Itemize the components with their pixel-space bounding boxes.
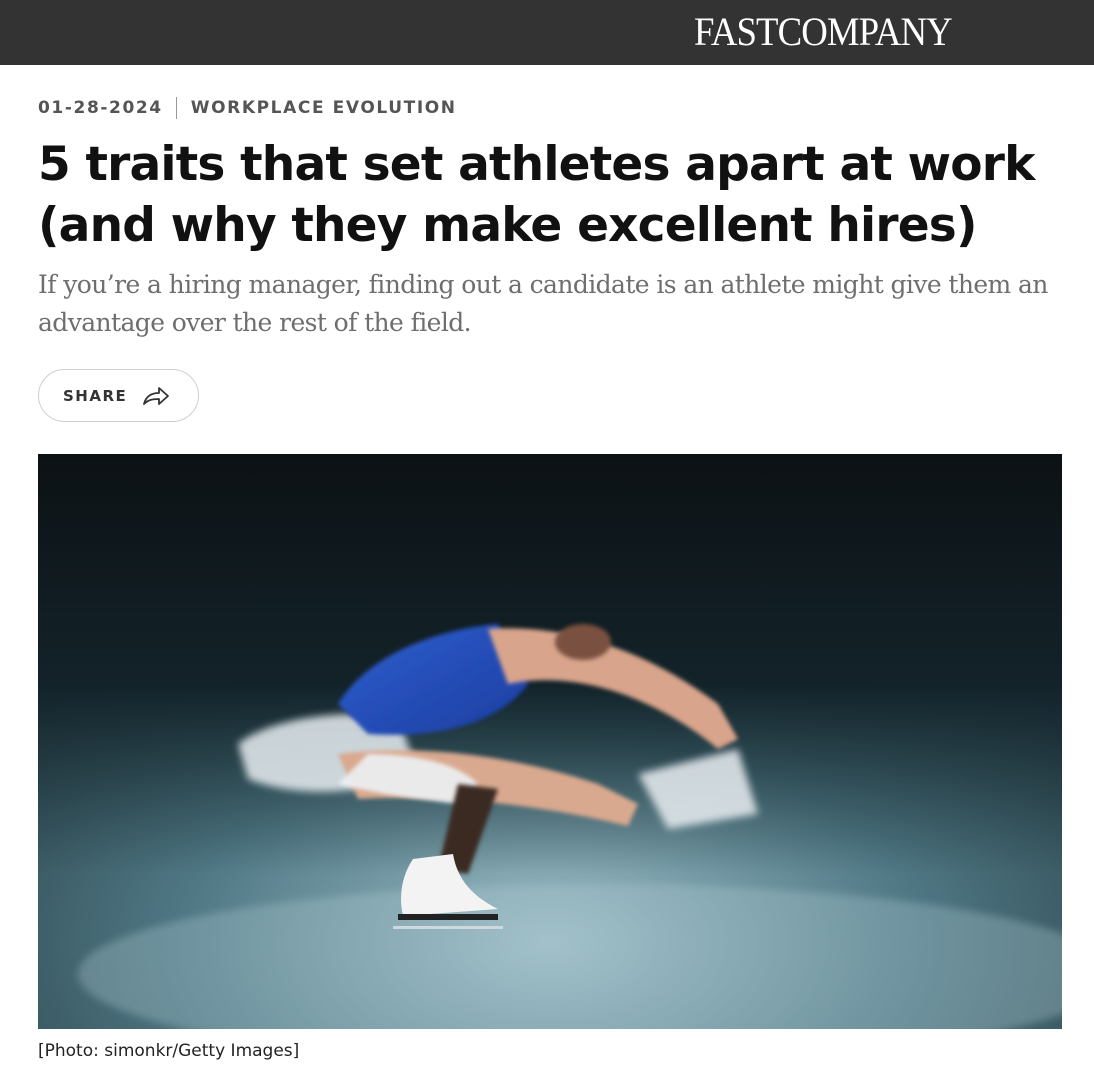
image-caption: [Photo: simonkr/Getty Images] (38, 1041, 300, 1061)
share-label: SHARE (63, 386, 128, 405)
fast-company-logo[interactable]: FASTCOMPANY (694, 11, 953, 53)
share-button[interactable]: SHARE (38, 369, 199, 422)
article-meta: 01-28-2024 WORKPLACE EVOLUTION (38, 97, 457, 119)
meta-divider (175, 97, 177, 119)
article-title: 5 traits that set athletes apart at work… (38, 137, 1035, 253)
share-arrow-icon (143, 386, 170, 405)
article-dek: If you’re a hiring manager, finding out … (38, 270, 1048, 337)
site-header: FASTCOMPANY (0, 0, 1094, 65)
article-date: 01-28-2024 (38, 98, 163, 118)
hero-image (38, 454, 1062, 1029)
figure-skater-photo (38, 454, 1062, 1029)
category-link[interactable]: WORKPLACE EVOLUTION (191, 98, 457, 118)
